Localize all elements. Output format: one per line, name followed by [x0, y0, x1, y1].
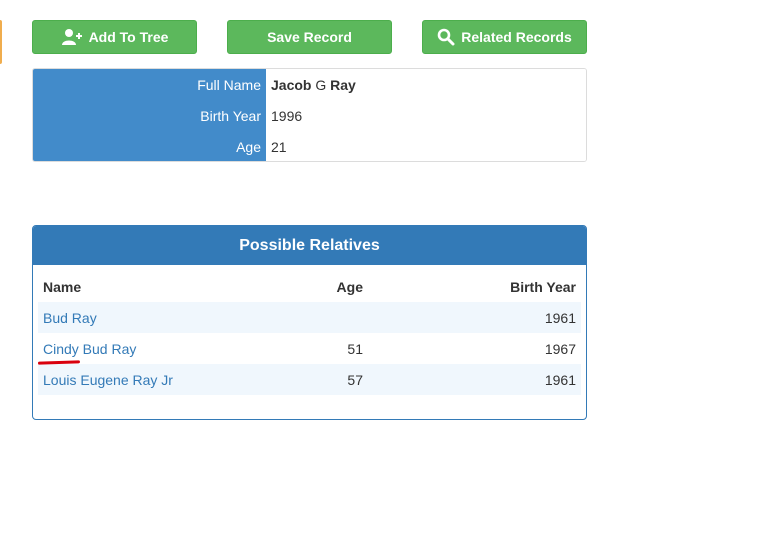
- add-to-tree-button[interactable]: Add To Tree: [32, 20, 197, 54]
- birth-year-label: Birth Year: [200, 107, 261, 124]
- table-row: Louis Eugene Ray Jr 57 1961: [38, 364, 581, 395]
- edge-tab[interactable]: [0, 20, 2, 64]
- birth-year-value: 1996: [271, 107, 303, 124]
- relative-link[interactable]: Cindy Bud Ray: [43, 341, 136, 357]
- relative-age: 51: [347, 340, 363, 357]
- panel-title: Possible Relatives: [33, 226, 586, 265]
- add-to-tree-label: Add To Tree: [88, 29, 169, 45]
- relative-birth-year: 1967: [544, 340, 576, 357]
- column-header-age: Age: [336, 278, 363, 295]
- record-values: Jacob G Ray 1996 21: [266, 69, 586, 161]
- table-row: Cindy Bud Ray 51 1967: [37, 333, 581, 365]
- column-header-birth-year: Birth Year: [510, 278, 576, 295]
- related-records-button[interactable]: Related Records: [422, 20, 587, 54]
- record-labels: Full Name Birth Year Age: [33, 69, 266, 161]
- save-record-label: Save Record: [267, 29, 352, 45]
- possible-relatives-panel: Possible Relatives Name Age Birth Year B…: [32, 225, 587, 420]
- relative-link[interactable]: Bud Ray: [43, 310, 97, 326]
- first-name: Jacob: [271, 76, 312, 93]
- age-label: Age: [236, 138, 261, 155]
- last-name: Ray: [330, 76, 356, 93]
- page: Add To Tree Save Record Related Records …: [0, 0, 779, 552]
- relative-link[interactable]: Louis Eugene Ray Jr: [43, 372, 173, 388]
- record-details: Full Name Birth Year Age Jacob G Ray 199…: [32, 68, 587, 162]
- middle-name: G: [315, 76, 327, 93]
- column-header-name: Name: [43, 278, 82, 295]
- relative-age: 57: [347, 371, 363, 388]
- save-record-button[interactable]: Save Record: [227, 20, 392, 54]
- full-name-value: Jacob G Ray: [266, 69, 586, 100]
- relatives-table: Name Age Birth Year Bud Ray 1961 Cindy B…: [37, 271, 581, 395]
- related-records-label: Related Records: [461, 29, 572, 45]
- relative-birth-year: 1961: [544, 309, 576, 326]
- table-row: Bud Ray 1961: [38, 302, 581, 333]
- relative-birth-year: 1961: [544, 371, 576, 388]
- search-icon: [437, 28, 455, 46]
- table-header: Name Age Birth Year: [38, 271, 581, 302]
- age-value: 21: [271, 138, 287, 155]
- toolbar: Add To Tree Save Record Related Records: [32, 20, 587, 54]
- full-name-label: Full Name: [197, 76, 261, 93]
- add-user-icon: [61, 28, 83, 46]
